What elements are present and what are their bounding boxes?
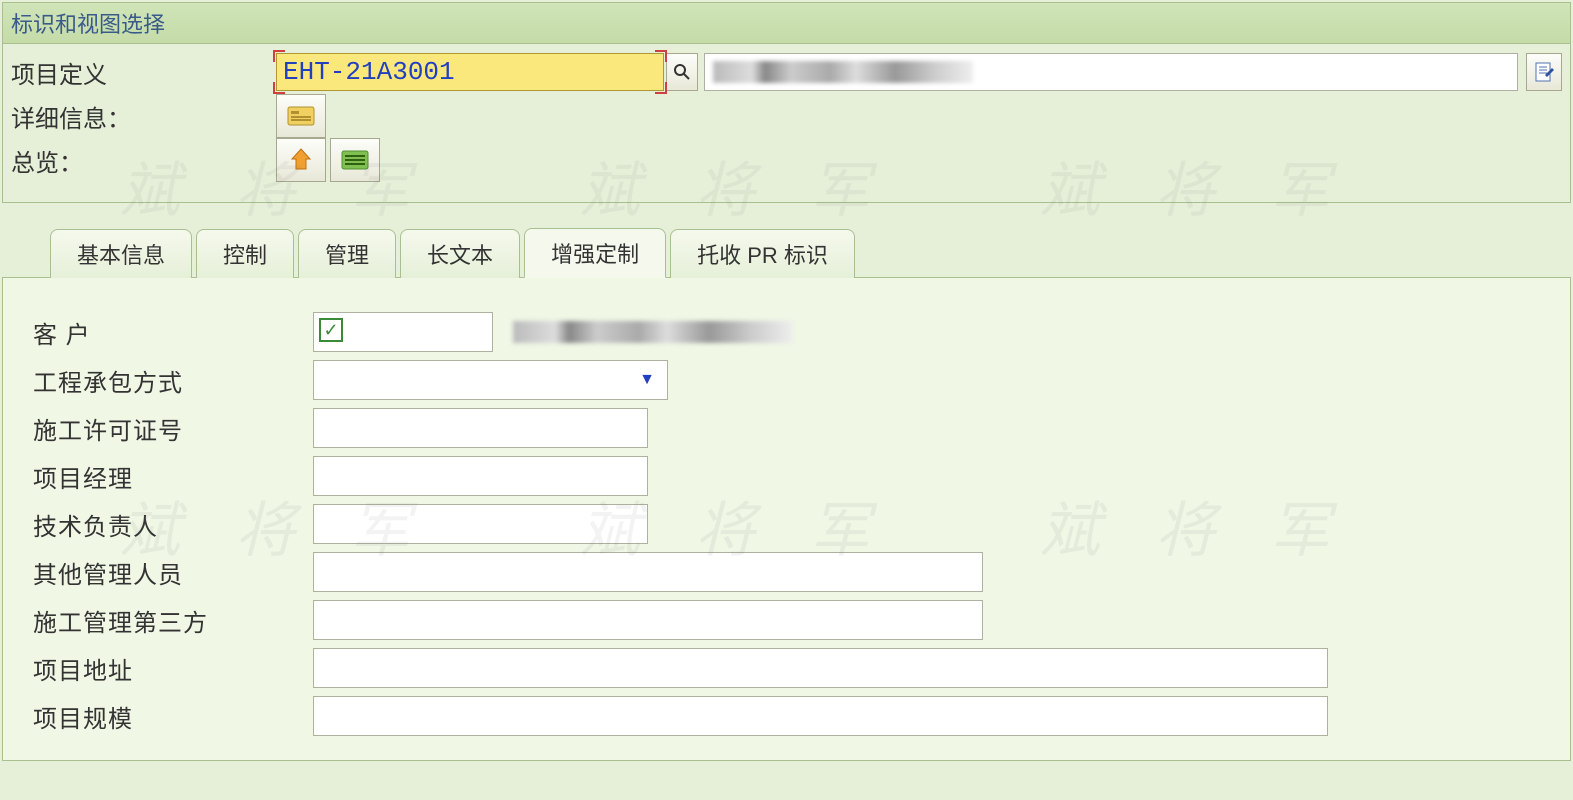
search-icon (673, 63, 691, 81)
tech-lead-input[interactable] (313, 504, 648, 544)
project-def-input[interactable] (276, 53, 664, 91)
contract-type-dropdown[interactable]: ▼ (313, 360, 668, 400)
permit-no-label: 施工许可证号 (33, 411, 313, 446)
tab-content-enhance: 客 户 ✓ 工程承包方式 ▼ 施工许可证号 项目经理 技术负责人 其他管理人员 (2, 277, 1571, 761)
hierarchy-icon (286, 145, 316, 175)
required-marker-icon (273, 50, 285, 62)
panel-title: 标识和视图选择 (3, 3, 1570, 44)
required-marker-icon (273, 82, 285, 94)
overview-hierarchy-button[interactable] (276, 138, 326, 182)
tech-lead-label: 技术负责人 (33, 507, 313, 542)
tab-basic-info[interactable]: 基本信息 (50, 229, 192, 278)
redacted-text (513, 321, 793, 343)
overview-list-button[interactable] (330, 138, 380, 182)
tab-longtext[interactable]: 长文本 (400, 229, 520, 278)
other-mgmt-label: 其他管理人员 (33, 555, 313, 590)
identification-panel: 标识和视图选择 项目定义 (2, 2, 1571, 203)
chevron-down-icon: ▼ (627, 361, 667, 399)
contract-type-label: 工程承包方式 (33, 363, 313, 398)
customer-label: 客 户 (33, 315, 313, 350)
tab-control[interactable]: 控制 (196, 229, 294, 278)
project-def-label: 项目定义 (11, 55, 276, 90)
third-party-input[interactable] (313, 600, 983, 640)
detail-view-button[interactable] (276, 94, 326, 138)
tab-manage[interactable]: 管理 (298, 229, 396, 278)
search-help-button[interactable] (666, 53, 698, 91)
tab-pr-indicator[interactable]: 托收 PR 标识 (670, 229, 855, 278)
customer-input[interactable] (313, 312, 493, 352)
customer-description (513, 321, 793, 343)
project-description-output (704, 53, 1518, 91)
scale-label: 项目规模 (33, 699, 313, 734)
pm-input[interactable] (313, 456, 648, 496)
required-marker-icon (655, 50, 667, 62)
address-input[interactable] (313, 648, 1328, 688)
document-edit-icon (1533, 61, 1555, 83)
overview-label: 总览： (11, 143, 276, 178)
third-party-label: 施工管理第三方 (33, 603, 313, 638)
tab-enhance-custom[interactable]: 增强定制 (524, 228, 666, 278)
other-mgmt-input[interactable] (313, 552, 983, 592)
permit-no-input[interactable] (313, 408, 648, 448)
detail-label: 详细信息： (11, 99, 276, 134)
redacted-text (713, 61, 973, 83)
address-label: 项目地址 (33, 651, 313, 686)
pm-label: 项目经理 (33, 459, 313, 494)
detail-card-icon (286, 103, 316, 129)
tab-strip: 基本信息 控制 管理 长文本 增强定制 托收 PR 标识 (50, 233, 1573, 277)
edit-description-button[interactable] (1526, 53, 1562, 91)
required-marker-icon (655, 82, 667, 94)
scale-input[interactable] (313, 696, 1328, 736)
list-card-icon (340, 147, 370, 173)
